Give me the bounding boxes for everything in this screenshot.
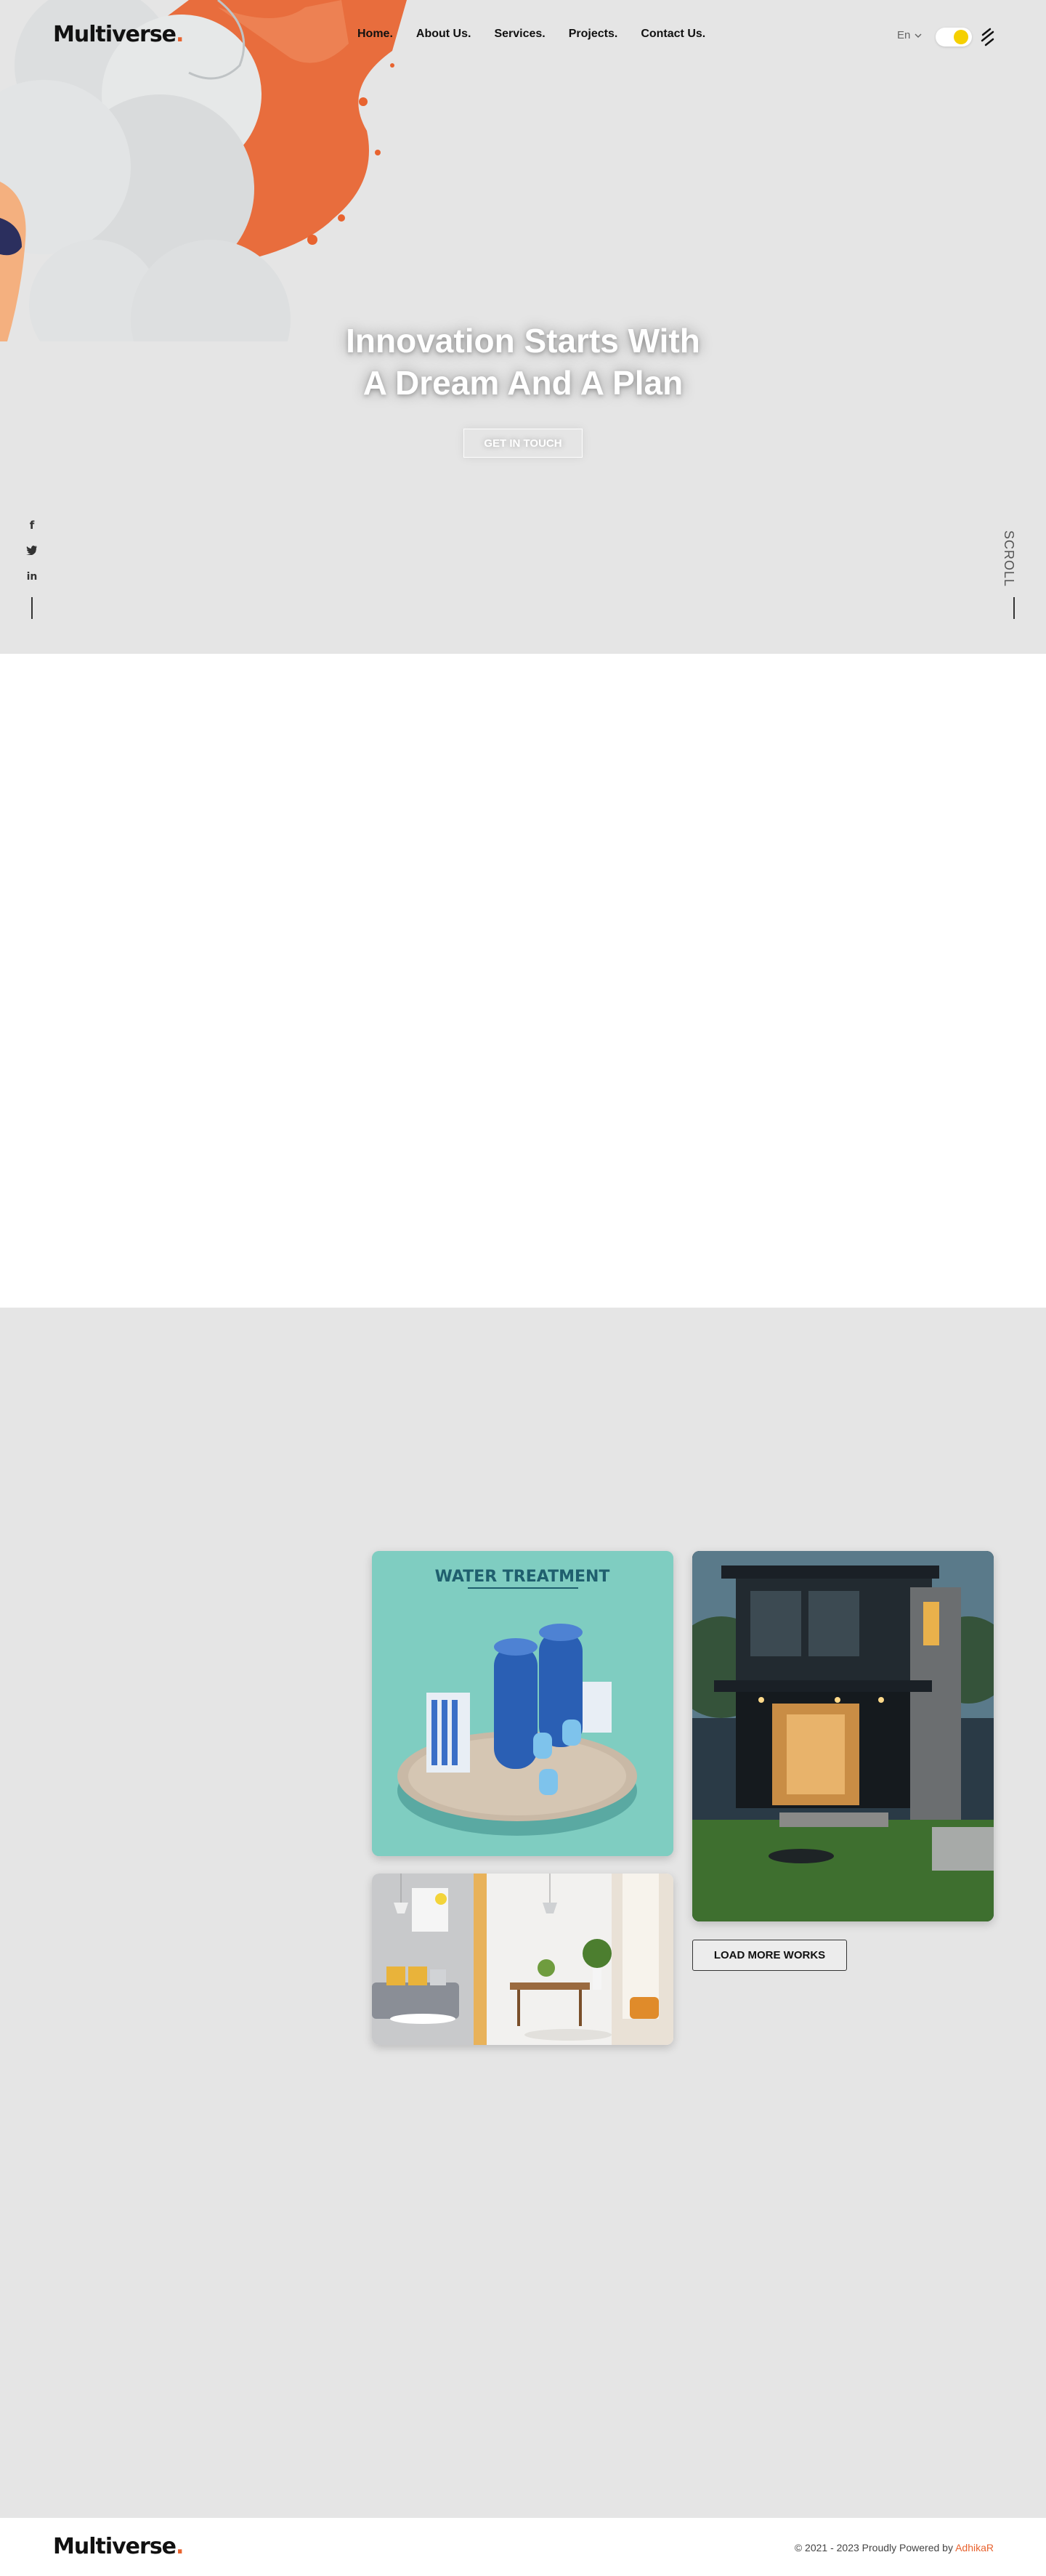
twitter-icon[interactable] — [25, 545, 39, 559]
nav-services[interactable]: Services. — [494, 28, 545, 41]
get-in-touch-button[interactable]: GET IN TOUCH — [463, 429, 583, 458]
nav-projects[interactable]: Projects. — [569, 28, 618, 41]
sun-icon — [954, 30, 968, 44]
hero-title: Innovation Starts With A Dream And A Pla… — [305, 320, 741, 404]
footer-logo-dot: . — [176, 2534, 184, 2559]
facebook-icon[interactable]: f — [25, 519, 39, 533]
scroll-indicator-label[interactable]: SCROLL — [1001, 530, 1016, 587]
site-logo[interactable]: Multiverse. — [53, 22, 184, 47]
social-divider — [31, 597, 33, 619]
linkedin-icon[interactable]: in — [25, 571, 39, 586]
site-footer: Multiverse. © 2021 - 2023 Proudly Powere… — [0, 2518, 1046, 2576]
logo-text: Multiverse — [53, 22, 177, 47]
nav-contact[interactable]: Contact Us. — [641, 28, 705, 41]
copyright-prefix: © 2021 - 2023 Proudly Powered by — [794, 2542, 953, 2553]
nav-about[interactable]: About Us. — [416, 28, 471, 41]
language-selector[interactable]: En — [897, 29, 922, 41]
author-link[interactable]: AdhikaR — [955, 2542, 994, 2553]
about-section — [0, 654, 1046, 1308]
project-card-modern-house[interactable] — [692, 1551, 994, 1921]
chevron-down-icon — [915, 33, 922, 38]
copyright-text: © 2021 - 2023 Proudly Powered by AdhikaR — [795, 2542, 994, 2553]
hero-title-line-1: Innovation Starts With — [346, 322, 700, 360]
project-card-water-treatment[interactable]: WATER TREATMENT — [372, 1551, 673, 1856]
footer-logo[interactable]: Multiverse. — [53, 2534, 184, 2559]
top-navigation-bar: Multiverse. Home. About Us. Services. Pr… — [0, 0, 1046, 73]
menu-icon[interactable] — [980, 28, 996, 46]
main-nav: Home. About Us. Services. Projects. Cont… — [357, 28, 705, 41]
social-links: f in — [25, 519, 39, 597]
load-more-works-button[interactable]: LOAD MORE WORKS — [692, 1940, 847, 1971]
footer-logo-text: Multiverse — [53, 2534, 177, 2559]
project-card-interior[interactable] — [372, 1874, 673, 2045]
interior-living-room-image — [372, 1874, 673, 2045]
modern-house-image — [692, 1551, 994, 1921]
hero-title-line-2: A Dream And A Plan — [362, 364, 684, 402]
logo-dot: . — [176, 22, 184, 47]
scroll-indicator-line — [1013, 597, 1015, 619]
water-card-title: WATER TREATMENT — [435, 1568, 610, 1586]
projects-section: WATER TREATMENT LOAD MORE WORKS — [0, 1308, 1046, 2518]
theme-toggle[interactable] — [936, 28, 972, 46]
nav-home[interactable]: Home. — [357, 28, 393, 41]
hero-section: Multiverse. Home. About Us. Services. Pr… — [0, 0, 1046, 654]
language-label: En — [897, 29, 911, 41]
water-treatment-image: WATER TREATMENT — [372, 1551, 673, 1856]
